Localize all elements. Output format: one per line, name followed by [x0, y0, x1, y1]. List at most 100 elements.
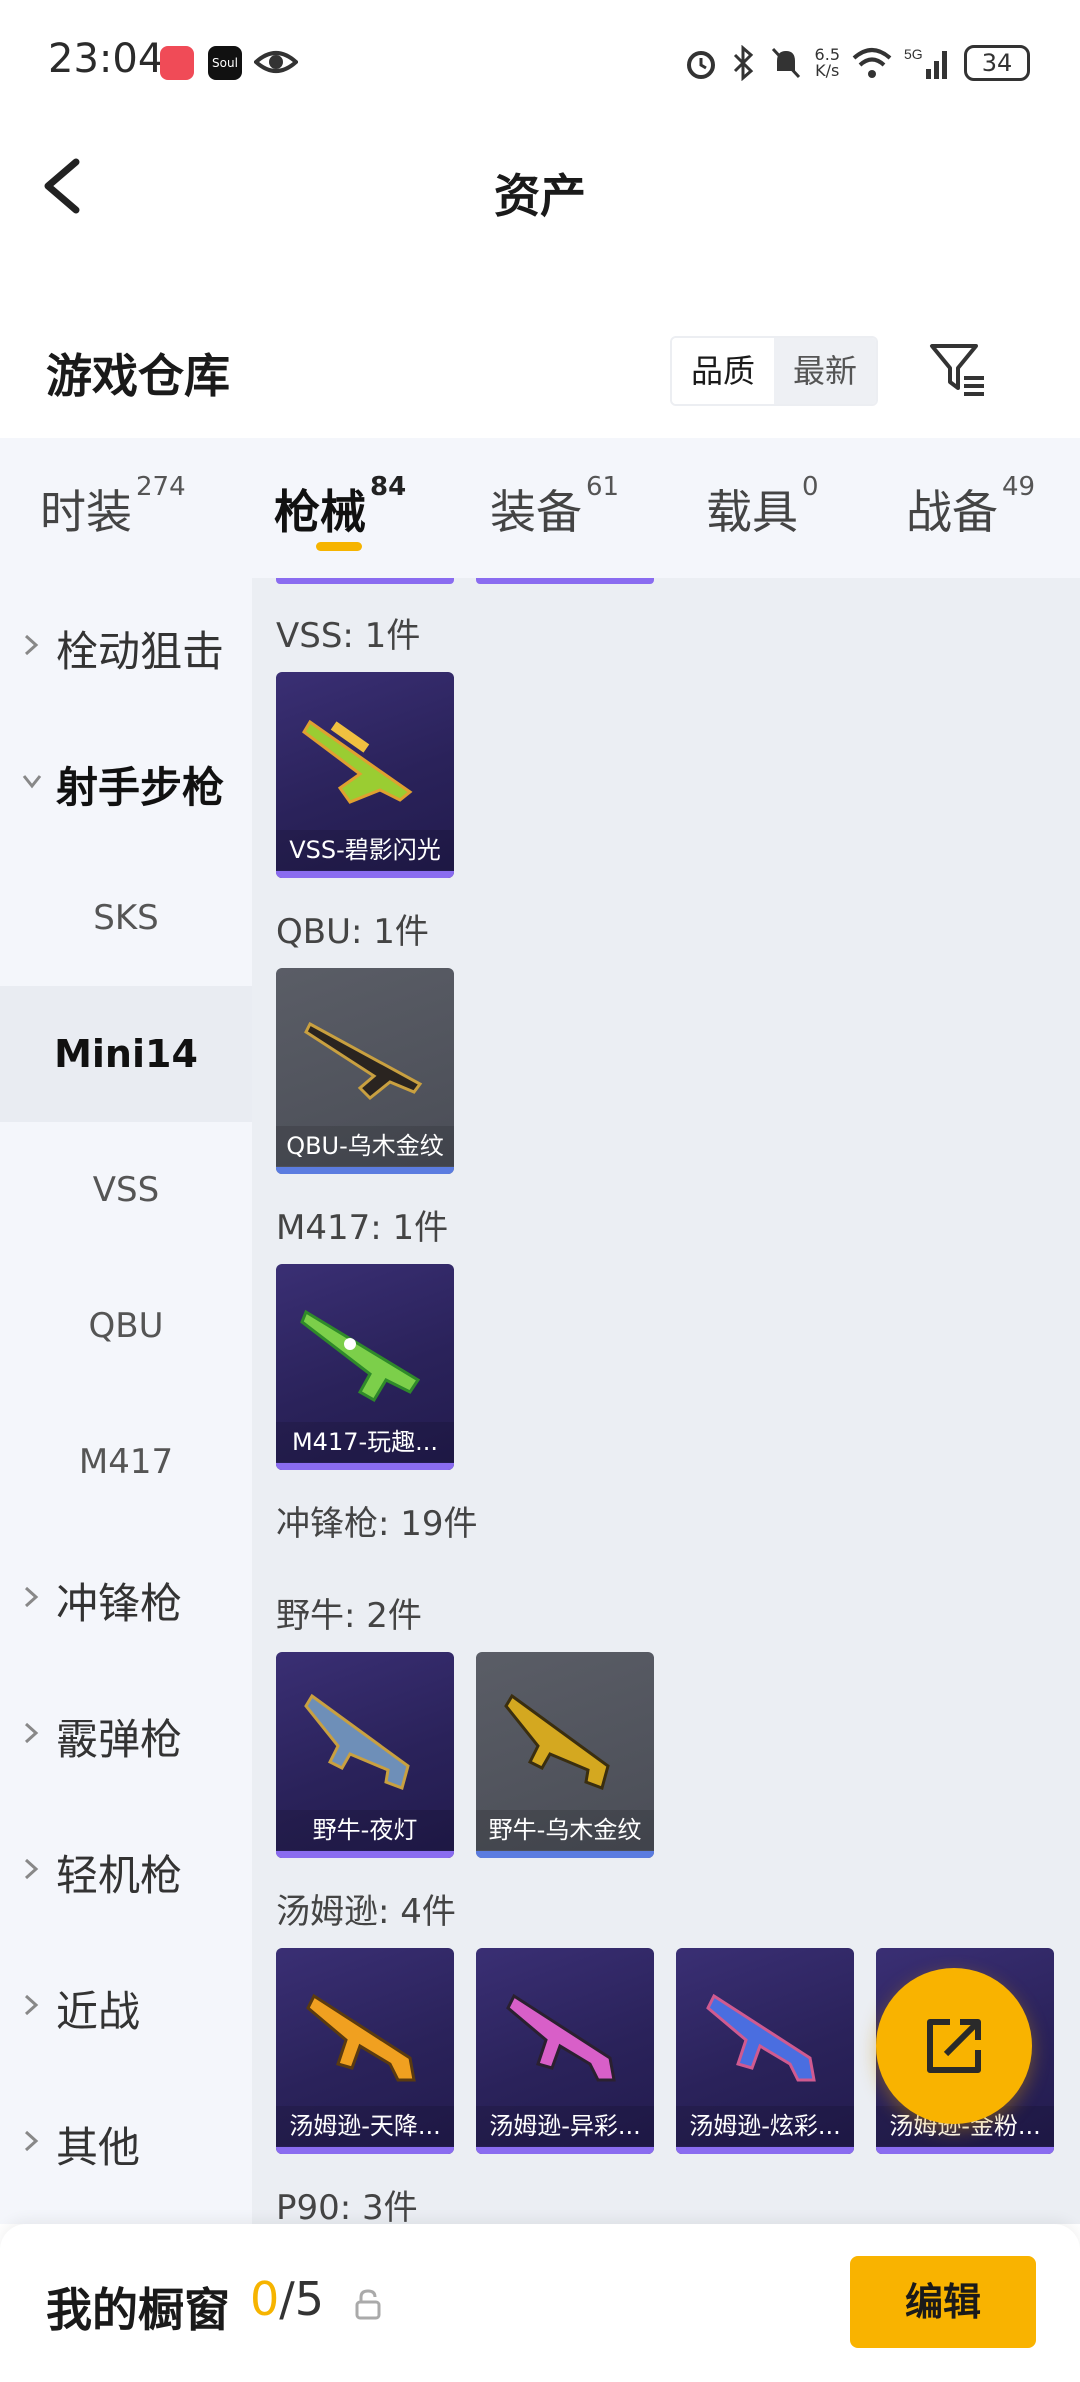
sidebar-item-lmg[interactable]: 轻机枪	[0, 1802, 252, 1938]
wifi-icon	[852, 48, 892, 78]
page-title: 资产	[494, 169, 586, 223]
eye-icon	[254, 51, 298, 73]
alarm-icon	[686, 51, 715, 79]
sidebar-item-label: 栓动狙击	[56, 627, 225, 676]
group-label-smg: 冲锋枪: 19件	[276, 1504, 478, 1544]
sidebar-item-melee[interactable]: 近战	[0, 1938, 252, 2074]
skin-card-label: M417-玩趣...	[276, 1422, 454, 1462]
sidebar-item-label: 近战	[56, 1987, 141, 2036]
chevron-right-icon	[24, 2130, 39, 2152]
group-label-m417: M417: 1件	[276, 1208, 449, 1248]
skin-card[interactable]: 野牛-乌木金纹	[476, 1652, 654, 1858]
bluetooth-icon	[733, 45, 753, 81]
gun-skin-image	[504, 1693, 610, 1790]
chevron-right-icon	[24, 1858, 39, 1880]
chevron-right-icon	[24, 1722, 39, 1744]
skin-card[interactable]: 汤姆逊-炫彩...	[676, 1948, 854, 2154]
soul-app-icon: Soul	[208, 46, 242, 80]
chevron-right-icon	[24, 634, 39, 656]
tab-supplies[interactable]: 战备 49	[906, 472, 1035, 542]
gun-skin-image	[304, 1693, 410, 1790]
tab-count: 61	[586, 472, 620, 502]
skin-card[interactable]: VSS-碧影闪光	[276, 672, 454, 878]
sidebar-item-marksman-rifle[interactable]: 射手步枪	[0, 714, 252, 850]
gun-skin-image	[306, 1993, 416, 2082]
share-button[interactable]	[876, 1968, 1032, 2124]
battery-indicator: 34	[964, 45, 1030, 81]
tab-count: 84	[370, 472, 407, 502]
tab-count: 0	[802, 472, 819, 502]
tab-equipment[interactable]: 装备 61	[490, 472, 619, 542]
skin-card-label: 汤姆逊-异彩...	[476, 2106, 654, 2146]
mute-icon	[771, 47, 800, 79]
skin-card[interactable]: 汤姆逊-天降...	[276, 1948, 454, 2154]
sidebar-sub-mini14[interactable]: Mini14	[0, 986, 252, 1122]
network-speed: 6.5 K/s	[814, 45, 840, 80]
sort-quality-button[interactable]: 品质	[672, 338, 774, 404]
warehouse-header: 游戏仓库 品质 最新	[0, 320, 1080, 440]
sidebar-item-shotgun[interactable]: 霰弹枪	[0, 1666, 252, 1802]
gun-skin-image	[300, 1309, 421, 1403]
svg-text:5G: 5G	[904, 46, 923, 62]
partial-card	[476, 578, 654, 584]
gun-skin-image	[304, 1021, 423, 1101]
gun-skin-image	[506, 1993, 616, 2082]
tab-count: 274	[136, 472, 186, 502]
tab-vehicles[interactable]: 载具 0	[706, 472, 819, 542]
top-nav: 资产	[0, 126, 1080, 246]
status-bar: 23:04 Soul 6.5 K/s 5G 34	[0, 0, 1080, 126]
skin-card-label: 野牛-乌木金纹	[476, 1810, 654, 1850]
filter-icon[interactable]	[926, 338, 990, 402]
active-tab-indicator	[316, 542, 362, 551]
sidebar-item-label: 轻机枪	[56, 1851, 183, 1900]
sidebar-item-label: 其他	[56, 2123, 141, 2172]
sidebar-sub-m417[interactable]: M417	[0, 1394, 252, 1530]
skin-card-label: 汤姆逊-天降...	[276, 2106, 454, 2146]
gun-skin-image	[302, 719, 413, 804]
gun-skin-image	[706, 1993, 816, 2082]
tab-count: 49	[1002, 472, 1036, 502]
skin-card[interactable]: QBU-乌木金纹	[276, 968, 454, 1174]
tab-fashion[interactable]: 时装 274	[40, 472, 186, 542]
status-indicators: 6.5 K/s 5G 34	[683, 38, 1030, 88]
group-label-vss: VSS: 1件	[276, 616, 421, 656]
category-tabs: 时装 274 枪械 84 装备 61 载具 0 战备 49	[0, 438, 1080, 578]
skin-card[interactable]: 汤姆逊-异彩...	[476, 1948, 654, 2154]
showcase-bar: 我的橱窗 0/5 编辑	[0, 2224, 1080, 2382]
lock-icon	[355, 2289, 381, 2320]
warehouse-title: 游戏仓库	[46, 349, 230, 403]
weapon-type-sidebar: 栓动狙击 射手步枪 SKS Mini14 VSS QBU M417 冲锋枪 霰弹…	[0, 578, 252, 2224]
sort-toggle: 品质 最新	[670, 336, 878, 406]
skin-card-label: VSS-碧影闪光	[276, 830, 454, 870]
status-time: 23:04	[48, 36, 164, 82]
chevron-right-icon	[24, 1994, 39, 2016]
sidebar-sub-vss[interactable]: VSS	[0, 1122, 252, 1258]
partial-card	[276, 578, 454, 584]
sidebar-item-label: 冲锋枪	[56, 1579, 183, 1628]
sidebar-item-other[interactable]: 其他	[0, 2074, 252, 2210]
showcase-label: 我的橱窗	[46, 2283, 230, 2337]
group-label-bizon: 野牛: 2件	[276, 1596, 422, 1636]
chevron-right-icon	[24, 1586, 39, 1608]
sidebar-item-smg[interactable]: 冲锋枪	[0, 1530, 252, 1666]
group-label-p90: P90: 3件	[276, 2188, 418, 2224]
skin-card-label: QBU-乌木金纹	[276, 1126, 454, 1166]
group-label-qbu: QBU: 1件	[276, 912, 429, 952]
skin-card[interactable]: 野牛-夜灯	[276, 1652, 454, 1858]
notification-app-icon	[160, 46, 194, 80]
external-link-icon	[927, 2019, 981, 2073]
showcase-count: 0/5	[250, 2272, 325, 2326]
edit-button[interactable]: 编辑	[850, 2256, 1036, 2348]
sidebar-sub-qbu[interactable]: QBU	[0, 1258, 252, 1394]
sidebar-item-label: 射手步枪	[56, 763, 225, 812]
sort-latest-button[interactable]: 最新	[774, 338, 876, 404]
signal-5g-icon: 5G	[904, 46, 947, 79]
skin-card[interactable]: M417-玩趣...	[276, 1264, 454, 1470]
group-label-thompson: 汤姆逊: 4件	[276, 1892, 456, 1932]
sidebar-sub-sks[interactable]: SKS	[0, 850, 252, 986]
skin-card-label: 汤姆逊-炫彩...	[676, 2106, 854, 2146]
tab-firearms[interactable]: 枪械 84	[274, 472, 406, 542]
sidebar-item-label: 霰弹枪	[56, 1715, 183, 1764]
sidebar-item-bolt-sniper[interactable]: 栓动狙击	[0, 578, 252, 714]
chevron-down-icon	[22, 775, 42, 789]
